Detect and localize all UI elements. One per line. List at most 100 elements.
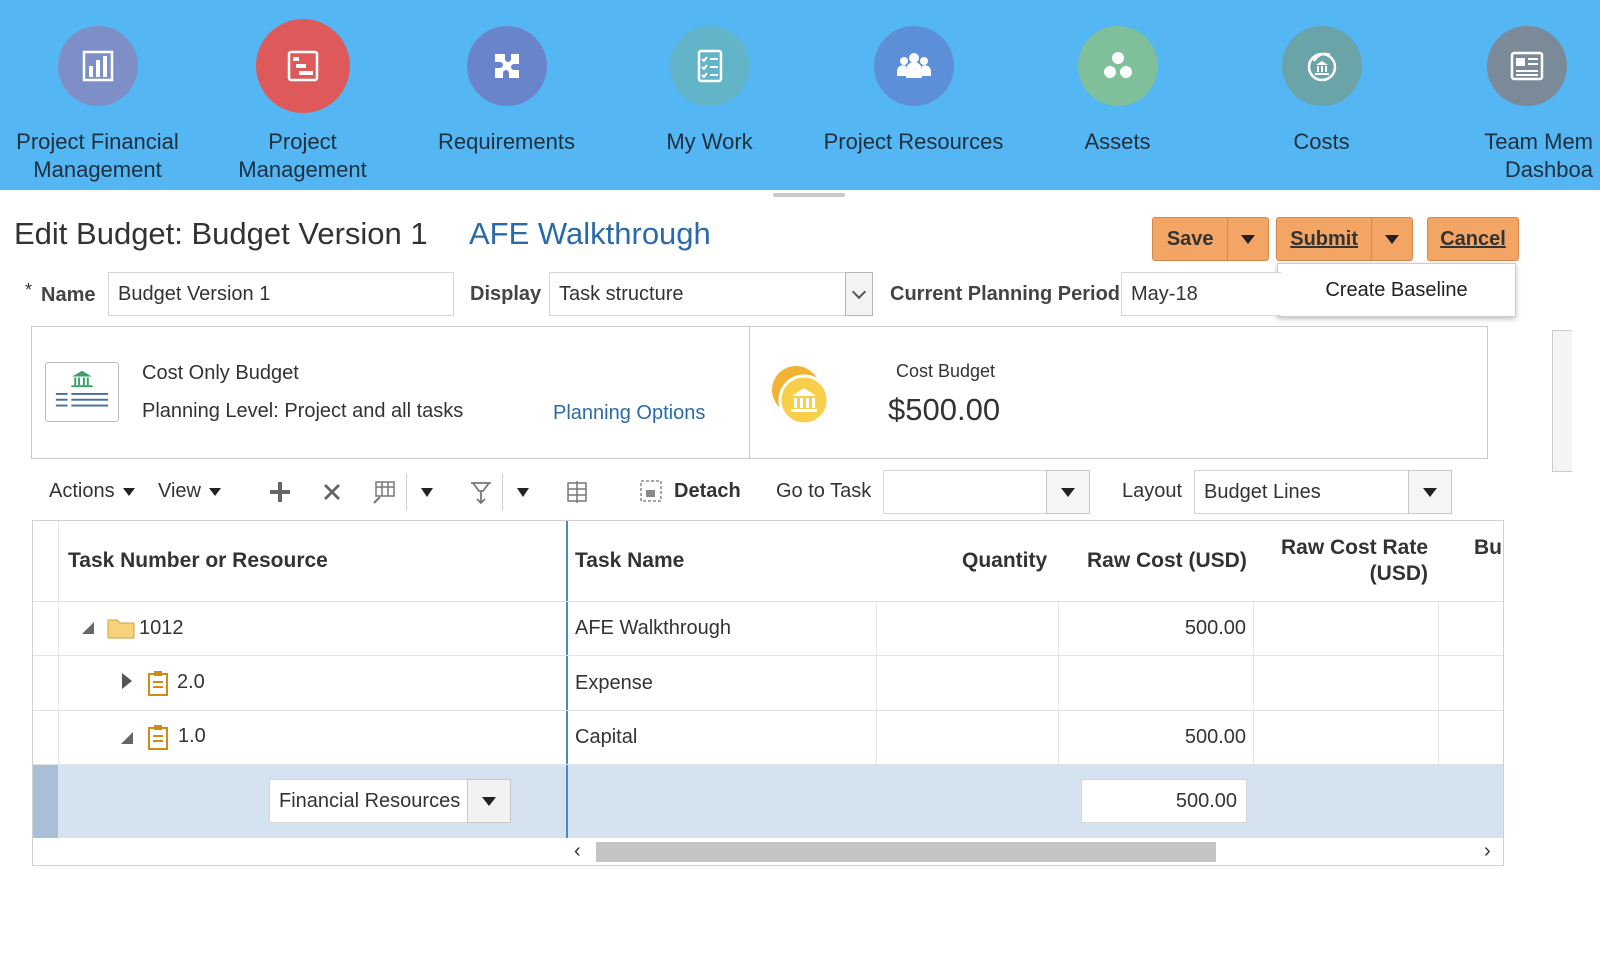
current-planning-period-input[interactable]: May-18 <box>1121 272 1281 316</box>
save-button[interactable]: Save <box>1153 218 1227 260</box>
side-panel-tab[interactable] <box>1552 330 1572 472</box>
cancel-label: Cancel <box>1440 227 1506 250</box>
nav-label: Requirements <box>438 129 575 154</box>
go-to-task-dropdown[interactable] <box>1046 470 1090 514</box>
table-settings-icon[interactable] <box>369 476 399 508</box>
collapse-handle[interactable] <box>773 193 845 197</box>
row-divider <box>33 710 1503 711</box>
project-name: AFE Walkthrough <box>469 216 711 251</box>
budget-document-icon <box>45 362 119 422</box>
nav-costs[interactable]: Costs <box>1219 26 1424 156</box>
nav-project-financial-management[interactable]: Project Financial Management <box>0 26 200 184</box>
task-number-link[interactable]: 1.0 <box>178 725 206 748</box>
column-header-raw-cost[interactable]: Raw Cost (USD) <box>1087 548 1247 574</box>
task-name: Capital <box>575 726 638 748</box>
column-header-quantity[interactable]: Quantity <box>962 548 1047 574</box>
add-icon[interactable] <box>265 476 295 508</box>
nav-label: My Work <box>666 129 753 154</box>
nav-project-management[interactable]: Project Management <box>200 19 405 184</box>
actions-menu[interactable]: Actions <box>49 480 135 503</box>
delete-icon[interactable] <box>317 476 347 508</box>
task-name: Expense <box>575 672 653 694</box>
expand-icon[interactable] <box>122 673 132 694</box>
chevron-down-icon <box>209 487 221 496</box>
submit-dropdown-menu: Create Baseline <box>1277 263 1516 317</box>
chevron-down-icon <box>482 796 496 806</box>
detach-button[interactable]: Detach <box>638 478 741 504</box>
nav-label: Costs <box>1293 129 1350 154</box>
task-number-link[interactable]: 1012 <box>139 617 184 640</box>
toolbar-separator <box>406 474 407 510</box>
nav-team-member-dashboard[interactable]: Team Mem Dashboa <box>1423 26 1600 184</box>
view-menu[interactable]: View <box>158 480 221 503</box>
actions-label: Actions <box>49 480 115 502</box>
save-button-group: Save <box>1152 217 1269 261</box>
header-line: Raw Cost Rate <box>1280 536 1428 559</box>
task-name: AFE Walkthrough <box>575 617 731 639</box>
gantt-chart-icon <box>255 19 350 113</box>
submit-button[interactable]: Submit <box>1277 218 1371 260</box>
raw-cost[interactable]: 500.00 <box>1063 617 1246 640</box>
row-divider <box>33 601 1503 602</box>
nav-assets[interactable]: Assets <box>1015 26 1220 156</box>
raw-cost[interactable]: 500.00 <box>1063 726 1246 749</box>
header-line: (USD) <box>1369 562 1428 585</box>
task-number-link[interactable]: 2.0 <box>177 671 205 694</box>
frozen-column-divider <box>566 765 568 838</box>
column-header-raw-cost-rate[interactable]: Raw Cost Rate (USD) <box>1258 535 1428 587</box>
column-header-task-name[interactable]: Task Name <box>575 548 684 574</box>
horizontal-scrollbar[interactable]: ‹ › <box>566 839 1503 865</box>
cancel-button[interactable]: Cancel <box>1427 217 1519 261</box>
chevron-down-icon <box>851 284 867 299</box>
nav-project-resources[interactable]: Project Resources <box>811 26 1016 156</box>
freeze-icon[interactable] <box>562 476 592 508</box>
nav-my-work[interactable]: My Work <box>607 26 812 156</box>
divider <box>749 326 750 459</box>
layout-dropdown[interactable] <box>1408 470 1452 514</box>
column-divider <box>876 601 877 765</box>
required-indicator: * <box>25 280 33 300</box>
column-header-budget[interactable]: Bu <box>1474 535 1502 561</box>
name-input[interactable]: Budget Version 1 <box>108 272 454 316</box>
raw-cost-input[interactable]: 500.00 <box>1081 779 1247 823</box>
submit-menu-button[interactable] <box>1372 218 1412 260</box>
budget-lines-table: Task Number or Resource Task Name Quanti… <box>32 520 1504 866</box>
scrollbar-thumb[interactable] <box>596 842 1216 862</box>
chevron-down-icon <box>1385 234 1400 244</box>
chevron-down-icon[interactable] <box>412 476 442 508</box>
nav-label: Project Management <box>238 129 367 182</box>
toolbar-separator <box>502 474 503 510</box>
coins-bank-icon <box>1281 26 1362 106</box>
view-label: View <box>158 480 201 502</box>
column-divider <box>1253 601 1254 765</box>
resource-select[interactable]: Financial Resources <box>269 779 469 823</box>
nav-label: Assets <box>1084 129 1151 154</box>
detach-label: Detach <box>674 479 741 502</box>
column-header-task-number[interactable]: Task Number or Resource <box>68 548 328 574</box>
nav-label: Project Financial Management <box>16 129 179 182</box>
cost-budget-value: $500.00 <box>888 392 1001 427</box>
scroll-right-icon[interactable]: › <box>1484 840 1491 863</box>
collapse-icon[interactable] <box>82 621 94 639</box>
chevron-down-icon[interactable] <box>508 476 538 508</box>
display-select[interactable]: Task structure <box>549 272 847 316</box>
scroll-left-icon[interactable]: ‹ <box>574 840 581 863</box>
column-divider <box>1438 601 1439 765</box>
save-menu-button[interactable] <box>1228 218 1268 260</box>
layout-select[interactable]: Budget Lines <box>1194 470 1409 514</box>
budget-type: Cost Only Budget <box>142 362 299 384</box>
selected-table-row[interactable] <box>33 765 1503 838</box>
planning-options-link[interactable]: Planning Options <box>553 402 705 425</box>
column-divider <box>1058 601 1059 765</box>
current-planning-period-label: Current Planning Period <box>890 283 1121 305</box>
display-select-button[interactable] <box>845 272 873 316</box>
create-baseline-menu-item[interactable]: Create Baseline <box>1325 279 1467 302</box>
resource-dropdown[interactable] <box>467 779 511 823</box>
collapse-icon[interactable] <box>121 731 133 749</box>
nav-label: Team Mem Dashboa <box>1484 129 1593 182</box>
filter-icon[interactable] <box>466 476 496 508</box>
nav-requirements[interactable]: Requirements <box>404 26 609 156</box>
planning-level: Planning Level: Project and all tasks <box>142 400 464 422</box>
go-to-task-input[interactable] <box>883 470 1048 514</box>
bar-chart-icon <box>57 26 138 106</box>
